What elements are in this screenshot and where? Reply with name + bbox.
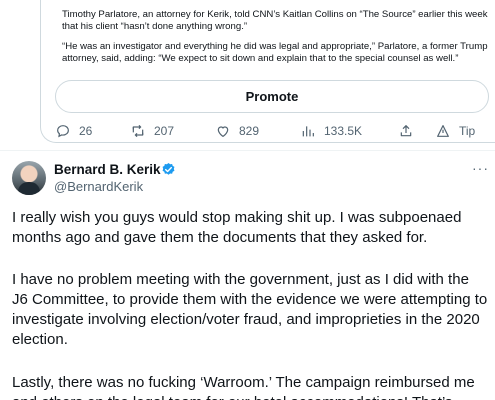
promote-button[interactable]: Promote xyxy=(55,80,489,113)
retweet-button[interactable]: 207 xyxy=(130,122,174,140)
views-button[interactable]: 133.5K xyxy=(300,122,362,140)
like-count: 829 xyxy=(239,124,260,138)
avatar[interactable] xyxy=(12,161,46,195)
views-icon xyxy=(302,126,314,137)
reply-button[interactable]: 26 xyxy=(55,122,92,140)
tweet-text-paragraph: I have no problem meeting with the gover… xyxy=(12,271,488,348)
share-button[interactable] xyxy=(398,122,414,140)
tip-icon xyxy=(437,125,449,137)
quoted-article-paragraph: Timothy Parlatore, an attorney for Kerik… xyxy=(62,9,488,32)
tip-label: Tip xyxy=(459,124,476,138)
divider xyxy=(0,150,495,151)
like-button[interactable]: 829 xyxy=(215,122,259,140)
more-icon[interactable]: ··· xyxy=(472,160,489,176)
like-icon xyxy=(217,126,229,138)
quoted-article-paragraph: “He was an investigator and everything h… xyxy=(62,41,488,64)
verified-badge-icon xyxy=(162,162,175,175)
tweet-text-paragraph: Lastly, there was no fucking ‘Warroom.’ … xyxy=(12,374,475,400)
reply-icon xyxy=(57,125,69,138)
author-name[interactable]: Bernard B. Kerik xyxy=(54,162,161,177)
author-handle[interactable]: @BernardKerik xyxy=(54,179,143,194)
views-count: 133.5K xyxy=(324,124,363,138)
reply-count: 26 xyxy=(79,124,93,138)
retweet-icon xyxy=(132,125,144,137)
share-icon xyxy=(400,125,412,137)
tip-button[interactable]: Tip xyxy=(435,122,475,140)
tweet-text-paragraph: I really wish you guys would stop making… xyxy=(12,209,462,246)
retweet-count: 207 xyxy=(154,124,175,138)
